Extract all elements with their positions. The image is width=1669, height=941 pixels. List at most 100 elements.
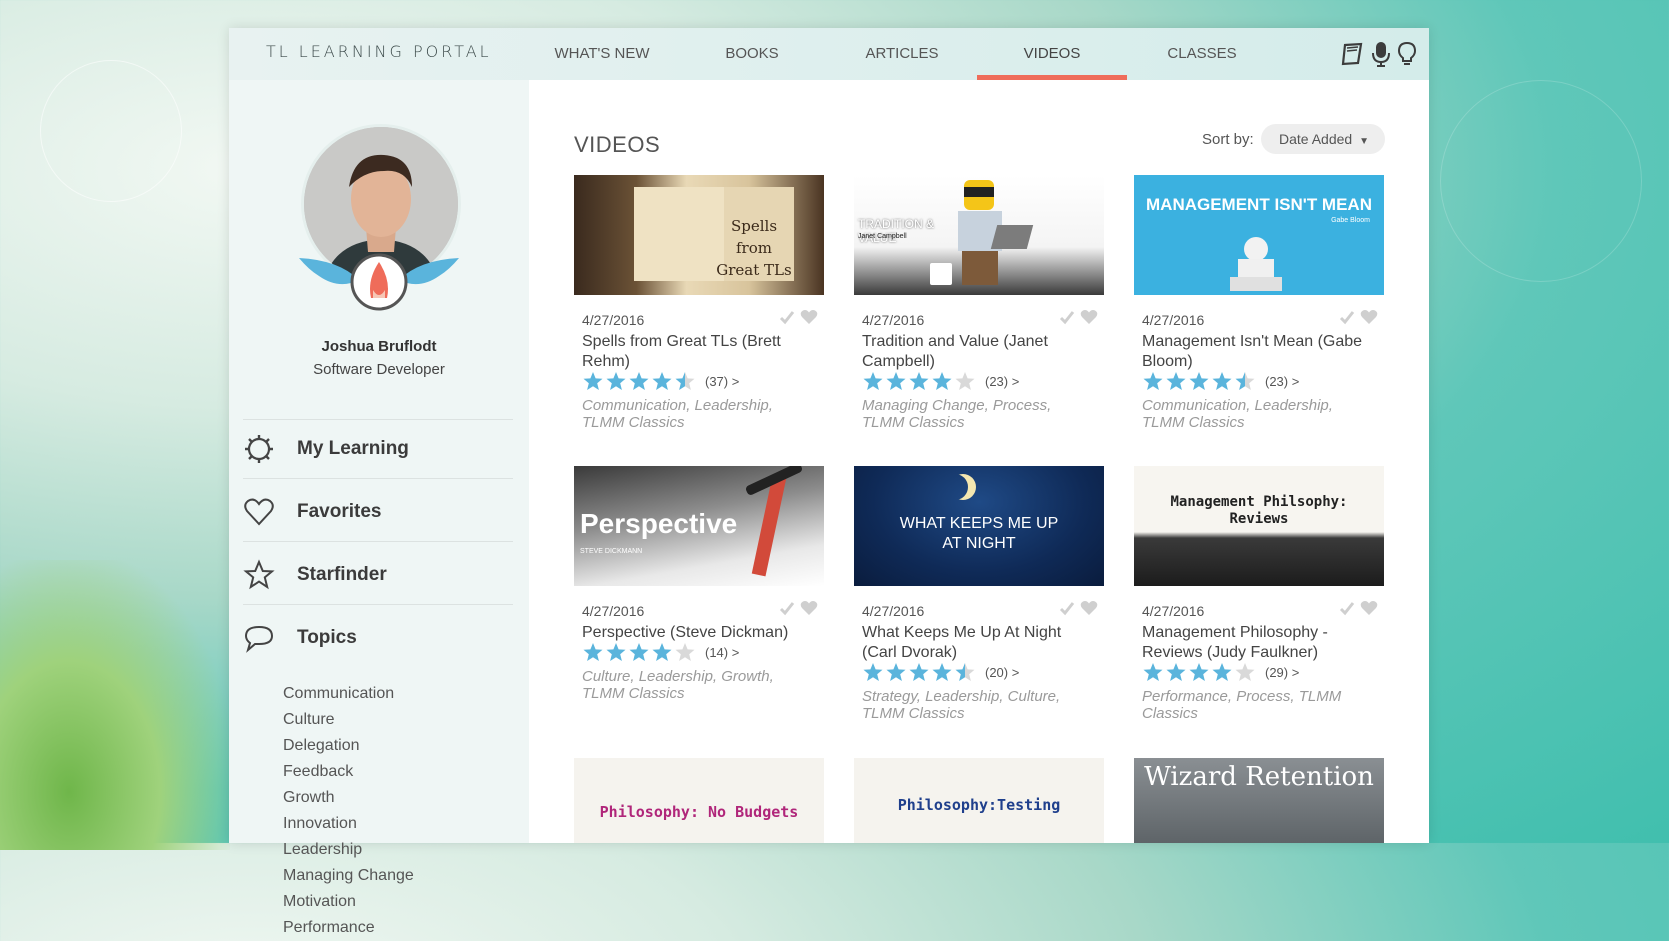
sidebar-item-favorites[interactable]: Favorites (243, 492, 513, 532)
checkmark-icon[interactable] (1339, 309, 1355, 325)
topic-link[interactable]: Performance (283, 915, 414, 941)
nav-whats-new[interactable]: WHAT'S NEW (527, 28, 677, 80)
star-rating: (29) > (1142, 662, 1299, 684)
star-icon (932, 663, 952, 681)
topic-link[interactable]: Growth (283, 785, 414, 811)
heart-icon[interactable] (800, 309, 818, 325)
video-title[interactable]: Spells from Great TLs (Brett Rehm) (582, 332, 817, 372)
video-card: MANAGEMENT ISN'T MEAN Gabe Bloom 4/27/20… (1134, 175, 1384, 431)
video-card: TRADITION & VALUE Janet Campbell 4/27/20… (854, 175, 1104, 431)
topic-link[interactable]: Delegation (283, 733, 414, 759)
gear-icon (245, 435, 273, 463)
sidebar-item-my-learning[interactable]: My Learning (243, 429, 513, 469)
star-icon (675, 372, 695, 390)
lightbulb-icon[interactable] (1393, 40, 1421, 68)
heart-icon[interactable] (1080, 600, 1098, 616)
video-tags: Performance, Process, TLMM Classics (1142, 688, 1342, 722)
video-title[interactable]: What Keeps Me Up At Night (Carl Dvorak) (862, 623, 1097, 663)
video-tags: Communication, Leadership, TLMM Classics (582, 397, 773, 431)
microphone-icon[interactable] (1367, 40, 1395, 68)
sidebar-item-topics[interactable]: Topics (243, 618, 513, 658)
rating-count[interactable]: (23) > (1265, 374, 1299, 389)
portal-logo[interactable]: TL LEARNING PORTAL (266, 42, 492, 61)
page-title: VIDEOS (574, 132, 661, 157)
nav-classes[interactable]: CLASSES (1127, 28, 1277, 80)
video-thumbnail[interactable]: Philosophy:Testing (854, 758, 1104, 843)
main-content: VIDEOS Sort by: Date Added ▼ Spells from… (529, 80, 1429, 843)
nav-books[interactable]: BOOKS (677, 28, 827, 80)
sidebar-item-label: My Learning (297, 438, 409, 459)
sort-dropdown-value: Date Added (1279, 131, 1353, 147)
heart-icon[interactable] (1360, 600, 1378, 616)
rank-badge-icon (299, 253, 459, 311)
user-name: Joshua Bruflodt (321, 338, 437, 355)
star-icon (1212, 372, 1232, 390)
topic-link[interactable]: Feedback (283, 759, 414, 785)
rating-count[interactable]: (37) > (705, 374, 739, 389)
video-title[interactable]: Perspective (Steve Dickman) (582, 623, 817, 643)
video-thumbnail[interactable]: TRADITION & VALUE Janet Campbell (854, 175, 1104, 295)
topic-link[interactable]: Motivation (283, 889, 414, 915)
star-icon (629, 643, 649, 661)
checkmark-icon[interactable] (779, 600, 795, 616)
video-date: 4/27/2016 (582, 603, 645, 619)
user-job-title: Software Developer (313, 361, 445, 378)
video-tags: Communication, Leadership, TLMM Classics (1142, 397, 1333, 431)
star-icon (886, 372, 906, 390)
heart-icon[interactable] (1360, 309, 1378, 325)
nav-articles[interactable]: ARTICLES (827, 28, 977, 80)
nav-videos[interactable]: VIDEOS (977, 28, 1127, 80)
video-thumbnail[interactable]: WHAT KEEPS ME UP AT NIGHT (854, 466, 1104, 586)
sort-dropdown[interactable]: Date Added ▼ (1261, 124, 1385, 154)
video-thumbnail[interactable]: Spells from Great TLs (574, 175, 824, 295)
sidebar-item-starfinder[interactable]: Starfinder (243, 555, 513, 595)
topic-link[interactable]: Leadership (283, 837, 414, 863)
rating-count[interactable]: (29) > (1265, 665, 1299, 680)
star-icon (1235, 663, 1255, 681)
heart-icon[interactable] (800, 600, 818, 616)
checkmark-icon[interactable] (779, 309, 795, 325)
checkmark-icon[interactable] (1059, 600, 1075, 616)
topic-link[interactable]: Managing Change (283, 863, 414, 889)
topic-link[interactable]: Communication (283, 681, 414, 707)
thumbnail-title: TRADITION & VALUE (858, 217, 935, 245)
video-date: 4/27/2016 (862, 312, 925, 328)
rating-count[interactable]: (23) > (985, 374, 1019, 389)
rating-count[interactable]: (20) > (985, 665, 1019, 680)
sort-label: Sort by: (1202, 131, 1254, 148)
video-card: Spells from Great TLs 4/27/2016 Spells f… (574, 175, 824, 431)
video-title[interactable]: Management Isn't Mean (Gabe Bloom) (1142, 332, 1377, 372)
book-icon[interactable] (1339, 40, 1367, 68)
divider (243, 541, 513, 542)
speech-bubble-icon (244, 625, 274, 653)
video-title[interactable]: Management Philosophy - Reviews (Judy Fa… (1142, 623, 1377, 663)
video-card: Perspective STEVE DICKMANN 4/27/2016 Per… (574, 466, 824, 702)
video-date: 4/27/2016 (582, 312, 645, 328)
background-foliage (0, 560, 230, 850)
star-icon (932, 372, 952, 390)
video-thumbnail[interactable]: Management Philsophy: Reviews (1134, 466, 1384, 586)
thumbnail-subtitle: Gabe Bloom (1331, 217, 1370, 224)
topic-link[interactable]: Culture (283, 707, 414, 733)
video-thumbnail[interactable]: Perspective STEVE DICKMANN (574, 466, 824, 586)
thumbnail-title: WHAT KEEPS ME UP AT NIGHT (899, 515, 1059, 552)
topic-link[interactable]: Innovation (283, 811, 414, 837)
checkmark-icon[interactable] (1339, 600, 1355, 616)
checkmark-icon[interactable] (1059, 309, 1075, 325)
rating-count[interactable]: (14) > (705, 645, 739, 660)
star-icon (629, 372, 649, 390)
video-thumbnail[interactable]: Philosophy: No Budgets (574, 758, 824, 843)
heart-icon[interactable] (1080, 309, 1098, 325)
star-icon (1166, 663, 1186, 681)
star-icon (1166, 372, 1186, 390)
star-icon (583, 643, 603, 661)
video-date: 4/27/2016 (1142, 603, 1205, 619)
star-icon (675, 643, 695, 661)
video-thumbnail[interactable]: MANAGEMENT ISN'T MEAN Gabe Bloom (1134, 175, 1384, 295)
sidebar-item-label: Starfinder (297, 564, 387, 585)
star-rating: (14) > (582, 642, 739, 664)
video-thumbnail[interactable]: Wizard Retention (1134, 758, 1384, 843)
divider (243, 604, 513, 605)
video-title[interactable]: Tradition and Value (Janet Campbell) (862, 332, 1097, 372)
star-rating: (23) > (1142, 371, 1299, 393)
